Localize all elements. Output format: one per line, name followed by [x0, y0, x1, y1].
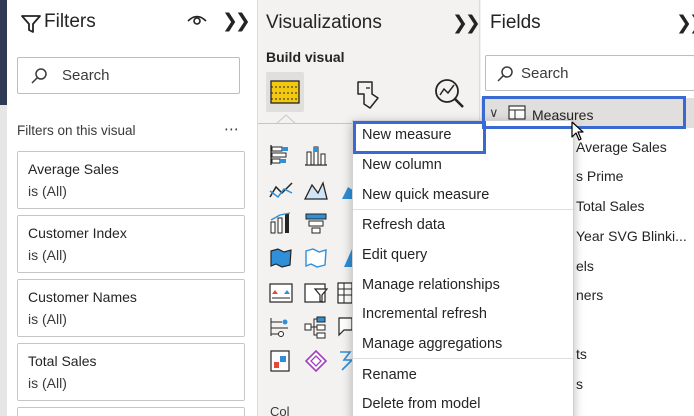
kpi-icon[interactable]	[268, 280, 294, 306]
power-apps-icon[interactable]	[303, 348, 329, 374]
field-item[interactable]: ts	[576, 346, 587, 362]
funnel-icon	[21, 15, 41, 33]
filter-card-name: Average Sales	[28, 161, 119, 177]
menu-item-incremental-refresh[interactable]: Incremental refresh	[362, 306, 487, 322]
filter-card-name: Customer Names	[28, 289, 137, 305]
shape-map-icon[interactable]	[303, 245, 329, 271]
fields-search-input[interactable]: Search	[485, 55, 694, 91]
slicer-icon[interactable]	[303, 280, 329, 306]
line-column-chart-icon[interactable]	[268, 210, 294, 236]
build-visual-tab[interactable]	[266, 72, 304, 112]
app-left-strip	[0, 0, 7, 105]
area-chart-icon[interactable]	[303, 177, 329, 203]
search-placeholder: Search	[62, 67, 110, 84]
filter-card-value: is (All)	[28, 311, 67, 327]
filter-card-value: is (All)	[28, 247, 67, 263]
stacked-bar-chart-icon[interactable]	[268, 142, 294, 168]
menu-divider	[353, 358, 573, 359]
analytics-icon[interactable]	[430, 74, 470, 114]
search-icon	[31, 68, 47, 84]
paginated-report-icon[interactable]	[268, 348, 294, 374]
decomposition-tree-icon[interactable]	[303, 314, 329, 340]
build-visual-label: Build visual	[266, 49, 345, 65]
filter-card-name: Total Sales	[28, 353, 97, 369]
eye-icon[interactable]	[186, 12, 208, 28]
fields-title: Fields	[490, 12, 541, 33]
filter-card-value: is (All)	[28, 375, 67, 391]
filter-card[interactable]: Customer Names is (All)	[17, 279, 245, 337]
field-item[interactable]: ners	[576, 287, 603, 303]
visualizations-section-label: Col	[270, 404, 290, 416]
search-placeholder: Search	[521, 65, 569, 82]
menu-item-new-column[interactable]: New column	[362, 157, 442, 173]
collapse-pane-icon[interactable]: ❯❯	[222, 10, 251, 33]
funnel-chart-icon[interactable]	[303, 210, 329, 236]
collapse-pane-icon[interactable]: ❯❯	[452, 12, 481, 35]
key-influencers-icon[interactable]	[268, 314, 294, 340]
filter-card-name: Customer Index	[28, 225, 127, 241]
highlight-box	[353, 121, 486, 154]
menu-item-rename[interactable]: Rename	[362, 367, 417, 383]
field-item[interactable]: Year SVG Blinki...	[576, 228, 687, 244]
more-options-icon[interactable]: ⋯	[224, 120, 240, 138]
visualizations-title: Visualizations	[266, 12, 382, 33]
menu-item-edit-query[interactable]: Edit query	[362, 247, 427, 263]
filled-map-icon[interactable]	[268, 245, 294, 271]
table-build-icon	[270, 80, 300, 104]
search-icon	[497, 66, 513, 82]
menu-item-refresh-data[interactable]: Refresh data	[362, 217, 445, 233]
menu-item-manage-aggregations[interactable]: Manage aggregations	[362, 336, 502, 352]
field-item[interactable]: s	[576, 376, 583, 392]
filter-card[interactable]: Total Sales is (All)	[17, 343, 245, 401]
filter-card[interactable]: Customer Index is (All)	[17, 215, 245, 273]
filter-card[interactable]: Average Sales is (All)	[17, 151, 245, 209]
field-item[interactable]: Average Sales	[576, 139, 667, 155]
format-visual-icon[interactable]	[348, 74, 388, 114]
field-item[interactable]: Total Sales	[576, 198, 644, 214]
field-item[interactable]: s Prime	[576, 168, 623, 184]
collapse-pane-icon[interactable]: ❯❯	[676, 12, 694, 35]
filter-card[interactable]	[17, 407, 245, 416]
filters-title: Filters	[44, 11, 96, 32]
field-item[interactable]: els	[576, 258, 594, 274]
menu-divider	[353, 209, 573, 210]
filters-section-label: Filters on this visual	[17, 123, 136, 138]
stacked-column-chart-icon[interactable]	[303, 142, 329, 168]
menu-item-manage-relationships[interactable]: Manage relationships	[362, 277, 500, 293]
filters-search-input[interactable]: Search	[17, 57, 240, 94]
cursor-icon	[571, 121, 584, 141]
menu-item-delete-from-model[interactable]: Delete from model	[362, 396, 480, 412]
filter-card-value: is (All)	[28, 183, 67, 199]
line-chart-icon[interactable]	[268, 177, 294, 203]
app-left-strip-lower	[0, 105, 7, 416]
menu-item-new-quick-measure[interactable]: New quick measure	[362, 187, 489, 203]
